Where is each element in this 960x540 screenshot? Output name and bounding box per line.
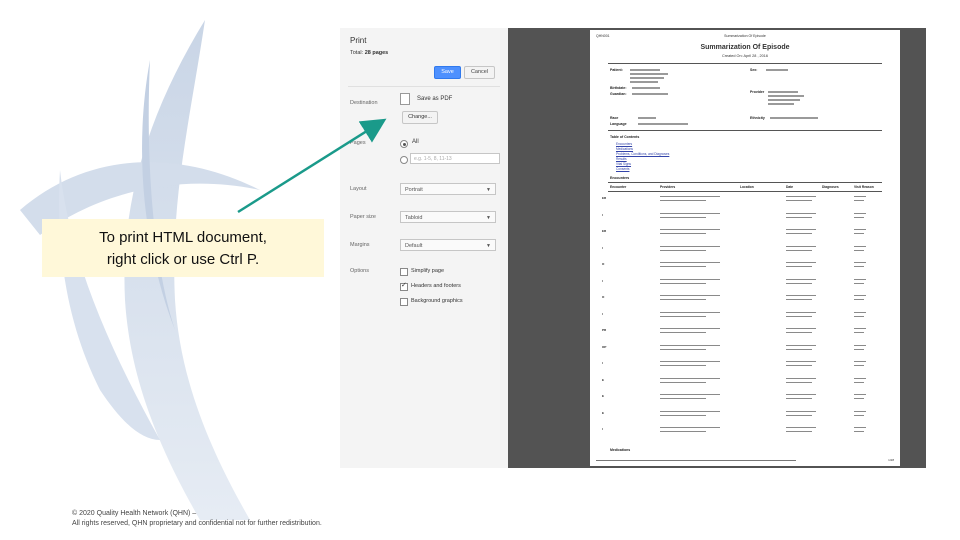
instruction-line-1: To print HTML document,	[99, 229, 267, 246]
instruction-line-2: right click or use Ctrl P.	[106, 251, 260, 268]
instruction-text: To print HTML document, right click or u…	[42, 227, 324, 271]
copyright-notice: © 2020 Quality Health Network (QHN) – Al…	[72, 509, 322, 529]
copyright-line-1: © 2020 Quality Health Network (QHN) –	[72, 510, 197, 517]
copyright-line-2: All rights reserved, QHN proprietary and…	[72, 520, 322, 527]
instruction-callout: To print HTML document, right click or u…	[42, 219, 324, 277]
